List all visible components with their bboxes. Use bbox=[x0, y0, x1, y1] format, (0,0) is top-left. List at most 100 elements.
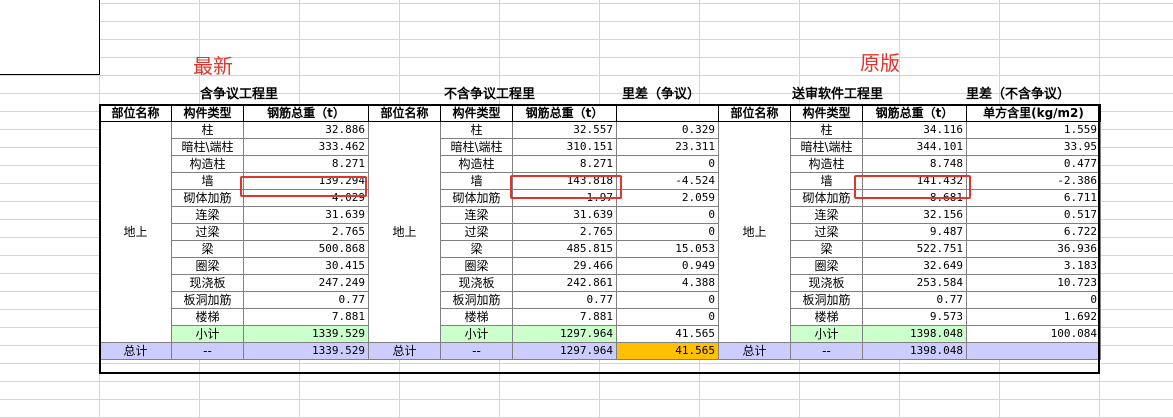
weight-with-dispute-cell[interactable]: 8.271 bbox=[243, 155, 369, 173]
subtotal-label-1[interactable]: 小计 bbox=[171, 325, 244, 343]
diff-no-dispute-cell[interactable]: 1.692 bbox=[966, 308, 1101, 326]
header-part-2[interactable]: 部位名称 bbox=[368, 104, 441, 122]
type-cell[interactable]: 墙 bbox=[790, 172, 863, 190]
type-cell[interactable]: 现浇板 bbox=[171, 274, 244, 292]
diff-no-dispute-cell[interactable]: 36.936 bbox=[966, 240, 1101, 258]
type-cell[interactable]: 柱 bbox=[440, 121, 513, 139]
type-cell[interactable]: 柱 bbox=[790, 121, 863, 139]
type-cell[interactable]: 过梁 bbox=[171, 223, 244, 241]
type-cell[interactable]: 过梁 bbox=[440, 223, 513, 241]
weight-submitted-cell[interactable]: 522.751 bbox=[862, 240, 967, 258]
type-cell[interactable]: 楼梯 bbox=[790, 308, 863, 326]
type-cell[interactable]: 墙 bbox=[171, 172, 244, 190]
type-cell[interactable]: 圈梁 bbox=[171, 257, 244, 275]
header-part-3[interactable]: 部位名称 bbox=[718, 104, 791, 122]
weight-submitted-cell[interactable]: 0.77 bbox=[862, 291, 967, 309]
diff-dispute-cell[interactable]: 4.388 bbox=[616, 274, 719, 292]
type-cell[interactable]: 圈梁 bbox=[440, 257, 513, 275]
type-cell[interactable]: 构造柱 bbox=[440, 155, 513, 173]
weight-with-dispute-cell[interactable]: 2.765 bbox=[243, 223, 369, 241]
diff-dispute-cell[interactable]: 15.053 bbox=[616, 240, 719, 258]
weight-without-dispute-cell[interactable]: 310.151 bbox=[512, 138, 617, 156]
total-diff-no-dispute[interactable] bbox=[966, 342, 1101, 360]
diff-no-dispute-cell[interactable]: 6.722 bbox=[966, 223, 1101, 241]
header-unit-content[interactable]: 单方含里(kg/m2) bbox=[966, 104, 1101, 122]
type-cell[interactable]: 板洞加筋 bbox=[171, 291, 244, 309]
merged-cell-a1[interactable] bbox=[0, 0, 100, 75]
type-cell[interactable]: 构造柱 bbox=[171, 155, 244, 173]
diff-dispute-cell[interactable]: -4.524 bbox=[616, 172, 719, 190]
weight-without-dispute-cell[interactable]: 29.466 bbox=[512, 257, 617, 275]
diff-no-dispute-cell[interactable]: 10.723 bbox=[966, 274, 1101, 292]
area-cell-2[interactable]: 地上 bbox=[368, 121, 441, 343]
area-cell-1[interactable]: 地上 bbox=[99, 121, 172, 343]
diff-no-dispute-cell[interactable]: 1.559 bbox=[966, 121, 1101, 139]
weight-without-dispute-cell[interactable]: 2.765 bbox=[512, 223, 617, 241]
type-cell[interactable]: 暗柱\端柱 bbox=[171, 138, 244, 156]
subtotal-submitted[interactable]: 1398.048 bbox=[862, 325, 967, 343]
type-cell[interactable]: 砌体加筋 bbox=[440, 189, 513, 207]
type-cell[interactable]: 墙 bbox=[440, 172, 513, 190]
type-cell[interactable]: 暗柱\端柱 bbox=[440, 138, 513, 156]
diff-dispute-cell[interactable]: 0.949 bbox=[616, 257, 719, 275]
diff-dispute-cell[interactable]: 0 bbox=[616, 308, 719, 326]
weight-with-dispute-cell[interactable]: 500.868 bbox=[243, 240, 369, 258]
type-cell[interactable]: 柱 bbox=[171, 121, 244, 139]
weight-without-dispute-cell[interactable]: 7.881 bbox=[512, 308, 617, 326]
type-cell[interactable]: 板洞加筋 bbox=[440, 291, 513, 309]
type-cell[interactable]: 连梁 bbox=[171, 206, 244, 224]
weight-submitted-cell[interactable]: 32.649 bbox=[862, 257, 967, 275]
header-weight-2[interactable]: 钢筋总重（t） bbox=[512, 104, 617, 122]
total-without-dispute[interactable]: 1297.964 bbox=[512, 342, 617, 360]
total-label-3[interactable]: 总计 bbox=[718, 342, 791, 360]
type-cell[interactable]: 板洞加筋 bbox=[790, 291, 863, 309]
subtotal-diff-dispute[interactable]: 41.565 bbox=[616, 325, 719, 343]
weight-with-dispute-cell[interactable]: 247.249 bbox=[243, 274, 369, 292]
type-cell[interactable]: 砌体加筋 bbox=[790, 189, 863, 207]
weight-submitted-cell[interactable]: 34.116 bbox=[862, 121, 967, 139]
total-label-1[interactable]: 总计 bbox=[99, 342, 172, 360]
weight-submitted-cell[interactable]: 9.573 bbox=[862, 308, 967, 326]
type-cell[interactable]: 梁 bbox=[171, 240, 244, 258]
diff-no-dispute-cell[interactable]: 0.477 bbox=[966, 155, 1101, 173]
subtotal-without-dispute[interactable]: 1297.964 bbox=[512, 325, 617, 343]
diff-no-dispute-cell[interactable]: -2.386 bbox=[966, 172, 1101, 190]
subtotal-with-dispute[interactable]: 1339.529 bbox=[243, 325, 369, 343]
type-cell[interactable]: 楼梯 bbox=[440, 308, 513, 326]
type-cell[interactable]: 现浇板 bbox=[790, 274, 863, 292]
weight-submitted-cell[interactable]: 344.101 bbox=[862, 138, 967, 156]
subtotal-label-2[interactable]: 小计 bbox=[440, 325, 513, 343]
type-cell[interactable]: 连梁 bbox=[440, 206, 513, 224]
diff-dispute-cell[interactable]: 0 bbox=[616, 155, 719, 173]
weight-without-dispute-cell[interactable]: 31.639 bbox=[512, 206, 617, 224]
weight-submitted-cell[interactable]: 9.487 bbox=[862, 223, 967, 241]
header-empty[interactable] bbox=[616, 104, 719, 122]
diff-no-dispute-cell[interactable]: 3.183 bbox=[966, 257, 1101, 275]
type-cell[interactable]: 现浇板 bbox=[440, 274, 513, 292]
diff-no-dispute-cell[interactable]: 33.95 bbox=[966, 138, 1101, 156]
diff-no-dispute-cell[interactable]: 0 bbox=[966, 291, 1101, 309]
diff-dispute-cell[interactable]: 0.329 bbox=[616, 121, 719, 139]
total-diff-dispute[interactable]: 41.565 bbox=[616, 342, 719, 360]
weight-with-dispute-cell[interactable]: 32.886 bbox=[243, 121, 369, 139]
weight-without-dispute-cell[interactable]: 0.77 bbox=[512, 291, 617, 309]
type-cell[interactable]: 梁 bbox=[440, 240, 513, 258]
total-dash-2[interactable]: -- bbox=[440, 342, 513, 360]
weight-submitted-cell[interactable]: 32.156 bbox=[862, 206, 967, 224]
weight-with-dispute-cell[interactable]: 333.462 bbox=[243, 138, 369, 156]
header-weight-1[interactable]: 钢筋总重（t） bbox=[243, 104, 369, 122]
subtotal-label-3[interactable]: 小计 bbox=[790, 325, 863, 343]
diff-dispute-cell[interactable]: 2.059 bbox=[616, 189, 719, 207]
weight-with-dispute-cell[interactable]: 30.415 bbox=[243, 257, 369, 275]
diff-dispute-cell[interactable]: 23.311 bbox=[616, 138, 719, 156]
weight-without-dispute-cell[interactable]: 242.861 bbox=[512, 274, 617, 292]
weight-without-dispute-cell[interactable]: 32.557 bbox=[512, 121, 617, 139]
type-cell[interactable]: 砌体加筋 bbox=[171, 189, 244, 207]
weight-submitted-cell[interactable]: 8.748 bbox=[862, 155, 967, 173]
total-dash-1[interactable]: -- bbox=[171, 342, 244, 360]
type-cell[interactable]: 楼梯 bbox=[171, 308, 244, 326]
type-cell[interactable]: 圈梁 bbox=[790, 257, 863, 275]
header-weight-3[interactable]: 钢筋总重（t） bbox=[862, 104, 967, 122]
type-cell[interactable]: 梁 bbox=[790, 240, 863, 258]
header-type-3[interactable]: 构件类型 bbox=[790, 104, 863, 122]
